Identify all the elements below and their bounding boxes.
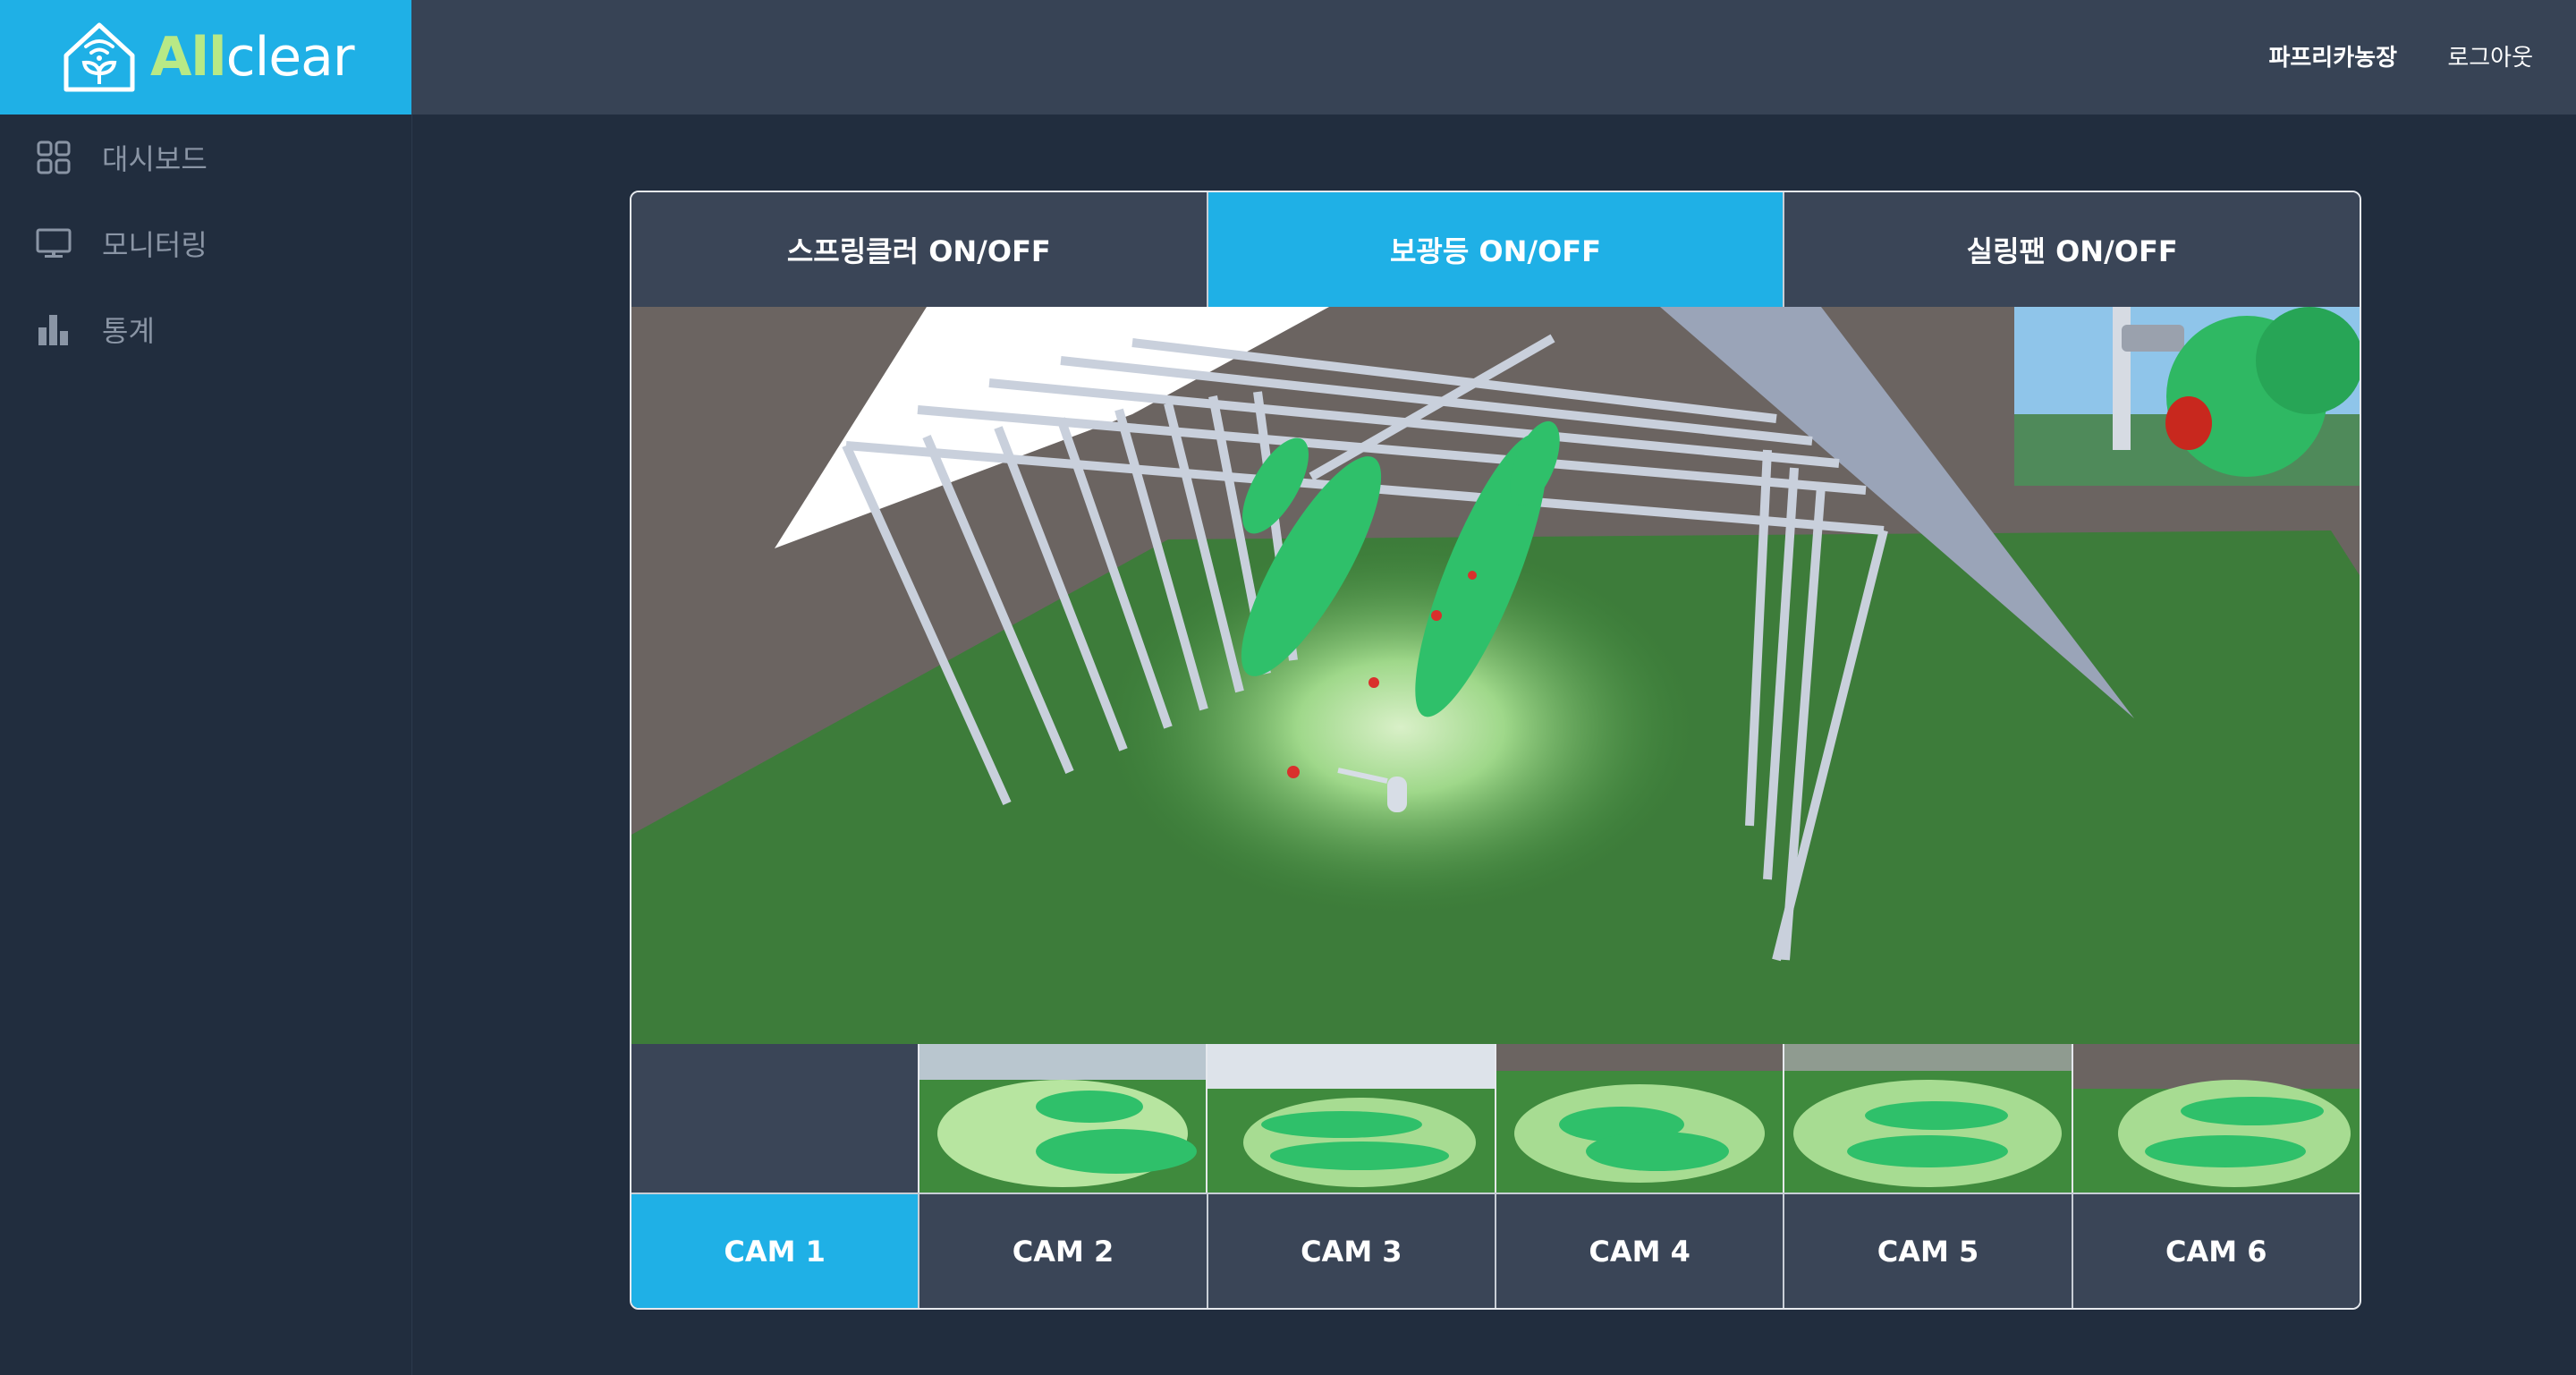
logout-button[interactable]: 로그아웃 xyxy=(2447,39,2533,72)
cam-4-thumbnail[interactable] xyxy=(1494,1044,1784,1193)
cam-3-thumbnail[interactable] xyxy=(1206,1044,1495,1193)
grid-icon xyxy=(36,140,72,175)
top-bar: 파프리카농장 로그아웃 xyxy=(411,0,2576,115)
cam-2-thumbnail[interactable] xyxy=(918,1044,1207,1193)
sidebar-item-monitoring[interactable]: 모니터링 xyxy=(36,218,208,268)
ceiling-fan-toggle-button[interactable]: 실링팬 ON/OFF xyxy=(1784,192,2360,307)
grow-light-toggle-button[interactable]: 보광등 ON/OFF xyxy=(1208,192,1785,307)
cam-5-button[interactable]: CAM 5 xyxy=(1784,1194,2073,1308)
device-control-tabs: 스프링클러 ON/OFF 보광등 ON/OFF 실링팬 ON/OFF xyxy=(631,192,2360,307)
sidebar-item-dashboard[interactable]: 대시보드 xyxy=(36,132,208,182)
cam-4-button[interactable]: CAM 4 xyxy=(1496,1194,1785,1308)
sidebar: 대시보드 모니터링 통계 xyxy=(0,115,412,1375)
cam-1-button[interactable]: CAM 1 xyxy=(631,1194,920,1308)
house-leaf-icon xyxy=(64,22,135,92)
sidebar-item-label: 모니터링 xyxy=(102,228,208,262)
robot-arm-pip-view xyxy=(2014,307,2360,486)
brand-name: Allclear xyxy=(150,26,355,89)
sidebar-item-label: 통계 xyxy=(102,314,155,348)
camera-thumbnail-strip xyxy=(918,1044,2360,1193)
sprinkler-toggle-button[interactable]: 스프링클러 ON/OFF xyxy=(631,192,1208,307)
farm-name[interactable]: 파프리카농장 xyxy=(2268,39,2397,72)
sidebar-item-statistics[interactable]: 통계 xyxy=(36,304,155,354)
monitor-icon xyxy=(36,225,72,261)
sidebar-item-label: 대시보드 xyxy=(102,142,208,176)
monitoring-panel: 스프링클러 ON/OFF 보광등 ON/OFF 실링팬 ON/OFF CAM 1… xyxy=(630,191,2361,1310)
bar-chart-icon xyxy=(36,311,72,347)
cam-6-button[interactable]: CAM 6 xyxy=(2072,1194,2360,1308)
brand-logo[interactable]: Allclear xyxy=(0,0,411,115)
camera-selector: CAM 1 CAM 2 CAM 3 CAM 4 CAM 5 CAM 6 xyxy=(631,1193,2360,1308)
cam-6-thumbnail[interactable] xyxy=(2071,1044,2360,1193)
cam-5-thumbnail[interactable] xyxy=(1783,1044,2072,1193)
cam-3-button[interactable]: CAM 3 xyxy=(1208,1194,1496,1308)
cam-2-button[interactable]: CAM 2 xyxy=(919,1194,1208,1308)
